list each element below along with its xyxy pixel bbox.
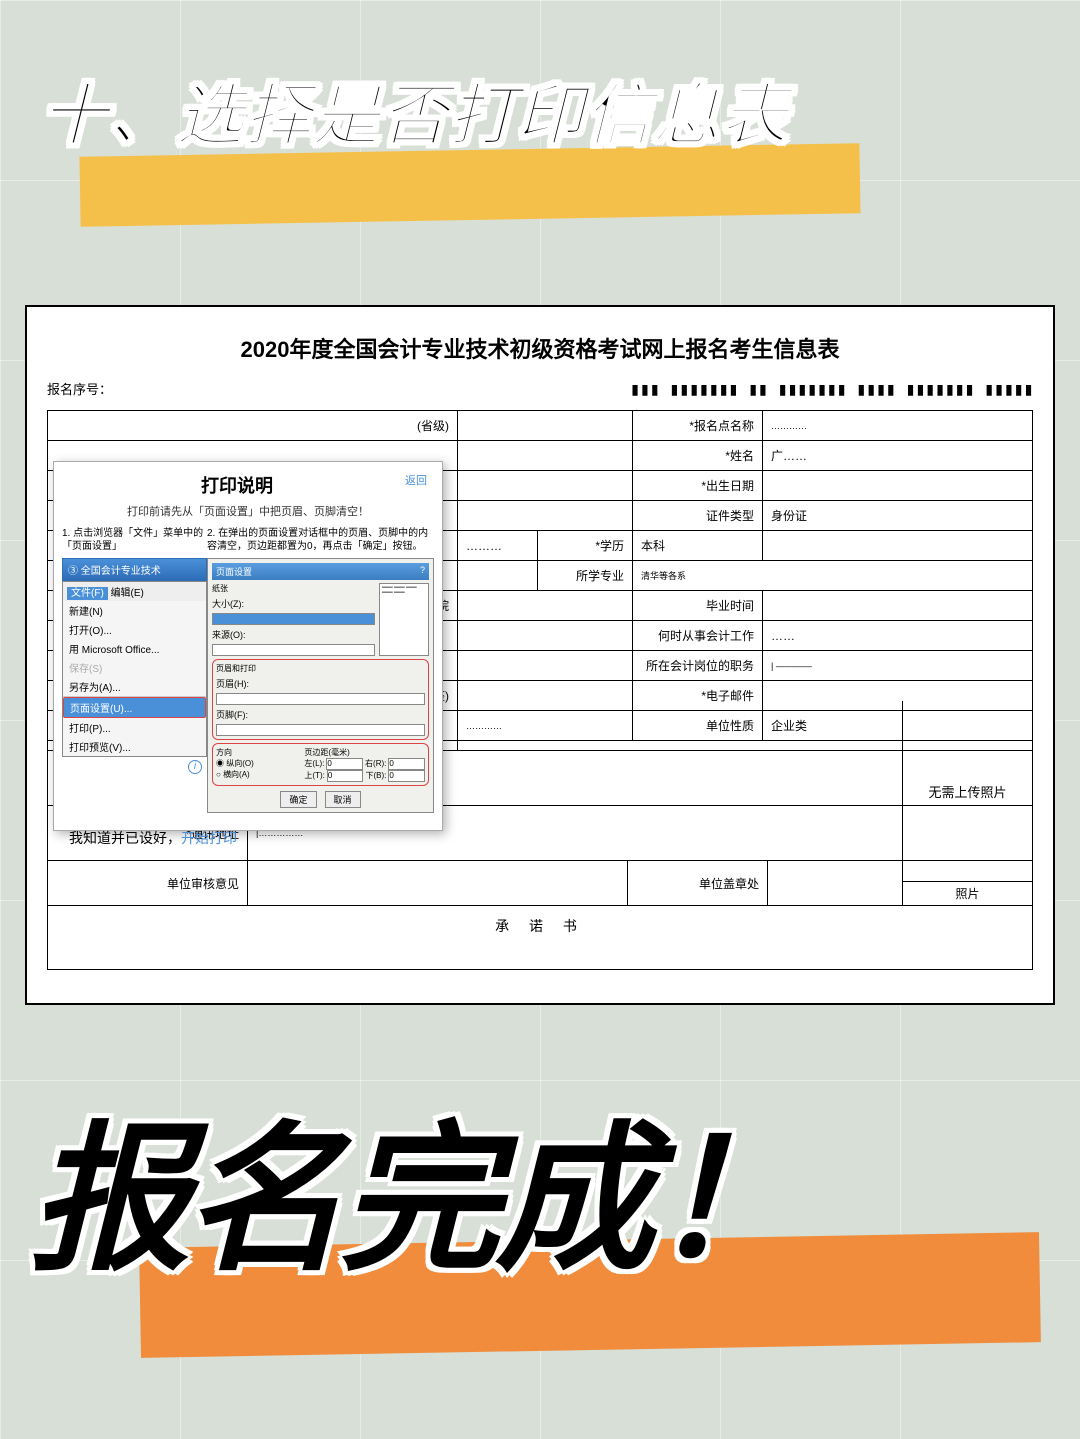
barcode: ▮▮▮ ▮▮▮▮▮▮▮ ▮▮ ▮▮▮▮▮▮▮ ▮▮▮▮ ▮▮▮▮▮▮▮ ▮▮▮▮…	[630, 379, 1033, 400]
menu-pagesetup[interactable]: 页面设置(U)...	[63, 697, 206, 718]
footer-input[interactable]	[216, 724, 425, 736]
registration-form-screenshot: 2020年度全国会计专业技术初级资格考试网上报名考生信息表 报名序号： ▮▮▮ …	[25, 305, 1055, 1005]
paper-size-select[interactable]	[212, 613, 375, 625]
ok-button[interactable]: 确定	[280, 791, 316, 808]
cell-edu: *学历	[538, 531, 633, 560]
form-title: 2020年度全国会计专业技术初级资格考试网上报名考生信息表	[47, 332, 1033, 364]
step-heading: 十、选择是否打印信息表	[40, 60, 788, 159]
menu-preview[interactable]: 打印预览(V)...	[63, 737, 206, 756]
cell-review: 单位审核意见	[48, 861, 248, 905]
page-setup-dialog: 页面设置? 纸张 大小(Z): 来源(O): ═══ ═══ ═══ ═══ ═…	[207, 558, 434, 813]
cancel-button[interactable]: 取消	[325, 791, 361, 808]
browser-titlebar: ③ 全国会计专业技术	[62, 558, 207, 581]
menu-open[interactable]: 打开(O)...	[63, 620, 206, 639]
step1-text: 1. 点击浏览器「文件」菜单中的「页面设置」	[62, 527, 207, 553]
step2-text: 2. 在弹出的页面设置对话框中的页眉、页脚中的内容清空，页边距都置为0，再点击「…	[207, 527, 434, 553]
cell-post: 所在会计岗位的职务	[633, 651, 763, 680]
promise-title: 承 诺 书	[495, 916, 585, 936]
margins-highlight: 方向 ◉ 纵向(O) ○ 横向(A) 页边距(毫米) 左(L):0右(R):0 …	[212, 743, 429, 786]
paper-source-select[interactable]	[212, 644, 375, 656]
cell-birth: *出生日期	[633, 471, 763, 500]
cell-idtype: 证件类型	[633, 501, 763, 530]
reg-number-label: 报名序号：	[47, 379, 112, 400]
start-print-link[interactable]: 开始打印	[181, 830, 237, 846]
menu-new[interactable]: 新建(N)	[63, 601, 206, 620]
info-table: (省级) *报名点名称 ………… *姓名 广…… *出生日期	[47, 410, 1033, 970]
cell-gradtime: 毕业时间	[633, 591, 763, 620]
menu-print[interactable]: 打印(P)...	[63, 718, 206, 737]
cell-regpoint: *报名点名称	[633, 411, 763, 440]
file-menu: 文件(F) 编辑(E) 新建(N) 打开(O)... 用 Microsoft O…	[62, 581, 207, 757]
help-icon[interactable]: ?	[420, 565, 425, 578]
menu-saveas[interactable]: 另存为(A)...	[63, 677, 206, 696]
dialog-close-link[interactable]: 返回	[405, 472, 427, 498]
header-footer-highlight: 页眉和打印 页眉(H): 页脚(F):	[212, 659, 429, 740]
dialog-subtitle: 打印前请先从「页面设置」中把页眉、页脚清空！	[54, 503, 442, 519]
cell-name: *姓名	[633, 441, 763, 470]
header-input[interactable]	[216, 693, 425, 705]
cell-stamp: 单位盖章处	[628, 861, 768, 905]
footer-text: 我知道并已设好，	[69, 830, 181, 846]
cell-major: 所学专业	[538, 561, 633, 590]
photo-caption: 照片	[902, 881, 1032, 906]
completion-heading: 报名完成！	[30, 1070, 805, 1302]
menu-ms[interactable]: 用 Microsoft Office...	[63, 639, 206, 658]
cell-province: (省级)	[48, 411, 458, 440]
menu-save: 保存(S)	[63, 658, 206, 677]
info-icon: i	[188, 760, 202, 774]
cell-when: 何时从事会计工作	[633, 621, 763, 650]
dialog-title: 打印说明	[201, 472, 273, 498]
print-instructions-dialog: 打印说明 返回 打印前请先从「页面设置」中把页眉、页脚清空！ 1. 点击浏览器「…	[53, 461, 443, 831]
photo-upload-box: 无需上传照片	[902, 701, 1032, 881]
